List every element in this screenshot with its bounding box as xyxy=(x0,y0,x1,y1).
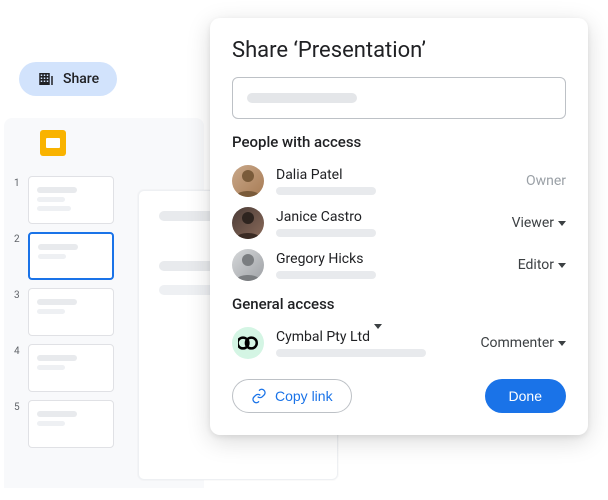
add-people-input[interactable] xyxy=(232,77,566,119)
slide-thumb-4[interactable]: 4 xyxy=(14,344,114,392)
person-email-skeleton xyxy=(276,271,376,279)
thumb-number: 4 xyxy=(14,344,22,357)
general-access-row: Cymbal Pty Ltd Commenter xyxy=(232,327,566,359)
slide-thumb-3[interactable]: 3 xyxy=(14,288,114,336)
person-row: Dalia Patel Owner xyxy=(232,165,566,197)
person-email-skeleton xyxy=(276,229,376,237)
thumb-number: 2 xyxy=(14,232,22,245)
person-icon xyxy=(232,207,264,239)
people-with-access-heading: People with access xyxy=(232,133,566,151)
general-access-list: Cymbal Pty Ltd Commenter xyxy=(232,327,566,359)
role-label: Viewer xyxy=(512,215,554,231)
org-scope-dropdown[interactable]: Cymbal Pty Ltd xyxy=(276,329,468,345)
person-icon xyxy=(232,165,264,197)
general-access-heading: General access xyxy=(232,295,566,313)
person-row: Gregory Hicks Editor xyxy=(232,249,566,281)
org-name: Cymbal Pty Ltd xyxy=(276,329,370,345)
thumb-number: 1 xyxy=(14,176,22,189)
chevron-down-icon xyxy=(558,341,566,346)
cymbal-logo-icon xyxy=(238,336,258,350)
slide-thumb-2[interactable]: 2 xyxy=(14,232,114,280)
chevron-down-icon xyxy=(558,263,566,268)
avatar xyxy=(232,207,264,239)
role-dropdown[interactable]: Commenter xyxy=(480,335,566,351)
copy-link-button[interactable]: Copy link xyxy=(232,379,352,413)
person-name: Janice Castro xyxy=(276,209,500,225)
slides-app-icon xyxy=(40,130,66,156)
copy-link-label: Copy link xyxy=(275,388,333,404)
slide-thumb-5[interactable]: 5 xyxy=(14,400,114,448)
person-email-skeleton xyxy=(276,187,376,195)
person-name: Gregory Hicks xyxy=(276,251,506,267)
slide-thumbnails: 1 2 3 4 5 xyxy=(14,176,114,448)
share-dialog: Share ‘Presentation’ People with access … xyxy=(210,18,588,435)
share-chip-label: Share xyxy=(63,71,99,87)
share-chip[interactable]: Share xyxy=(19,62,117,96)
role-dropdown[interactable]: Viewer xyxy=(512,215,566,231)
role-label-owner: Owner xyxy=(526,173,566,189)
person-name: Dalia Patel xyxy=(276,167,514,183)
chevron-down-icon xyxy=(558,221,566,226)
thumb-number: 3 xyxy=(14,288,22,301)
org-description-skeleton xyxy=(276,349,426,357)
person-icon xyxy=(232,249,264,281)
avatar xyxy=(232,165,264,197)
link-icon xyxy=(251,388,267,404)
person-row: Janice Castro Viewer xyxy=(232,207,566,239)
role-dropdown[interactable]: Editor xyxy=(518,257,566,273)
chevron-down-icon xyxy=(374,324,382,345)
dialog-title: Share ‘Presentation’ xyxy=(232,38,566,63)
people-list: Dalia Patel Owner Janice Castro Viewer xyxy=(232,165,566,281)
building-icon xyxy=(37,70,55,88)
done-button[interactable]: Done xyxy=(485,379,566,413)
placeholder-skeleton xyxy=(247,93,357,103)
role-label: Commenter xyxy=(480,335,554,351)
slide-thumb-1[interactable]: 1 xyxy=(14,176,114,224)
thumb-number: 5 xyxy=(14,400,22,413)
avatar xyxy=(232,249,264,281)
dialog-footer: Copy link Done xyxy=(232,379,566,413)
org-avatar xyxy=(232,327,264,359)
role-label: Editor xyxy=(518,257,554,273)
